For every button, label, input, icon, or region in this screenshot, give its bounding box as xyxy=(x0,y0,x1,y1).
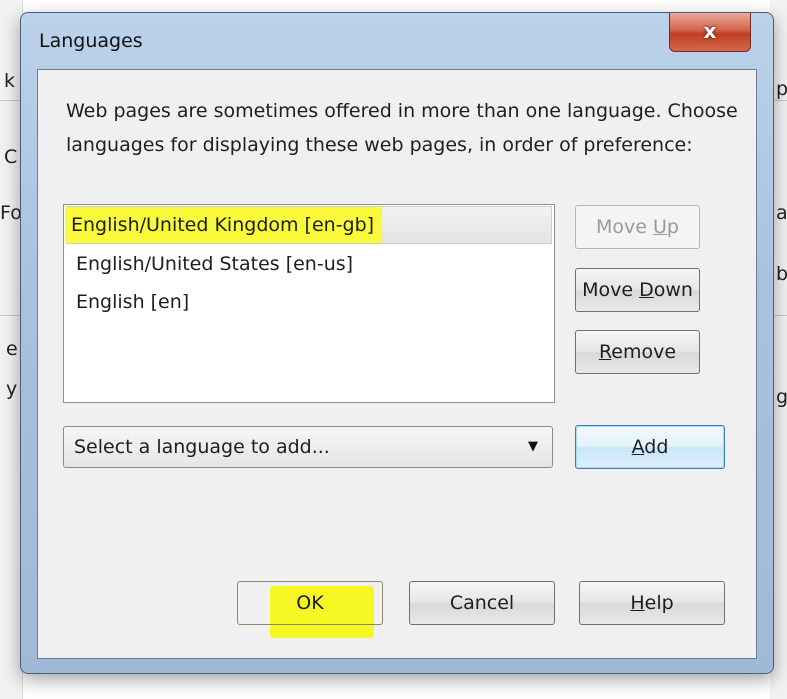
access-key: D xyxy=(639,279,654,301)
button-label: Cancel xyxy=(449,592,515,614)
languages-dialog: Languages x Web pages are sometimes offe… xyxy=(20,12,774,674)
background-text: p xyxy=(776,78,787,100)
dialog-client-area: Web pages are sometimes offered in more … xyxy=(37,69,757,659)
button-label: Move xyxy=(596,216,653,238)
cancel-button[interactable]: Cancel xyxy=(409,581,555,625)
add-language-select[interactable]: Select a language to add... ▼ xyxy=(63,426,553,468)
background-text: y xyxy=(6,378,18,400)
button-label: Move xyxy=(582,279,640,301)
background-text: e xyxy=(6,338,18,360)
button-label: dd xyxy=(644,436,669,458)
move-up-button[interactable]: Move Up xyxy=(575,205,700,249)
language-label: English/United States [en-us] xyxy=(76,253,354,275)
button-label: own xyxy=(653,279,693,301)
dialog-title: Languages xyxy=(39,30,143,52)
background-text: g xyxy=(776,386,787,408)
close-button[interactable]: x xyxy=(669,13,751,52)
language-label: English/United Kingdom [en-gb] xyxy=(71,214,375,236)
list-item[interactable]: English/United Kingdom [en-gb] xyxy=(65,206,552,244)
access-key: A xyxy=(631,436,645,458)
ok-button[interactable]: OK xyxy=(237,581,383,625)
help-button[interactable]: Help xyxy=(579,581,725,625)
button-label: emove xyxy=(611,341,677,363)
background-divider xyxy=(0,315,22,316)
background-divider xyxy=(0,100,22,101)
button-label: p xyxy=(666,216,679,238)
highlighter-mark: English/United Kingdom [en-gb] xyxy=(65,207,383,243)
access-key: U xyxy=(653,216,667,238)
move-down-button[interactable]: Move Down xyxy=(575,268,700,312)
background-text: a xyxy=(776,202,787,224)
access-key: R xyxy=(598,341,612,363)
button-label: elp xyxy=(644,592,674,614)
dropdown-arrow-icon: ▼ xyxy=(528,439,538,454)
remove-button[interactable]: Remove xyxy=(575,330,700,374)
access-key: H xyxy=(630,592,645,614)
languages-list[interactable]: English/United Kingdom [en-gb] English/U… xyxy=(63,204,555,403)
button-label: OK xyxy=(296,592,324,614)
background-text: Fo xyxy=(0,202,22,224)
language-label: English [en] xyxy=(76,291,190,313)
background-text: k xyxy=(4,70,16,92)
background-text: b xyxy=(776,263,787,285)
add-button[interactable]: Add xyxy=(575,425,725,469)
list-item[interactable]: English/United States [en-us] xyxy=(64,246,554,282)
list-item[interactable]: English [en] xyxy=(64,284,554,320)
background-text: C xyxy=(4,146,18,168)
close-icon: x xyxy=(703,19,717,43)
select-value: Select a language to add... xyxy=(74,436,330,458)
dialog-description: Web pages are sometimes offered in more … xyxy=(66,100,738,156)
